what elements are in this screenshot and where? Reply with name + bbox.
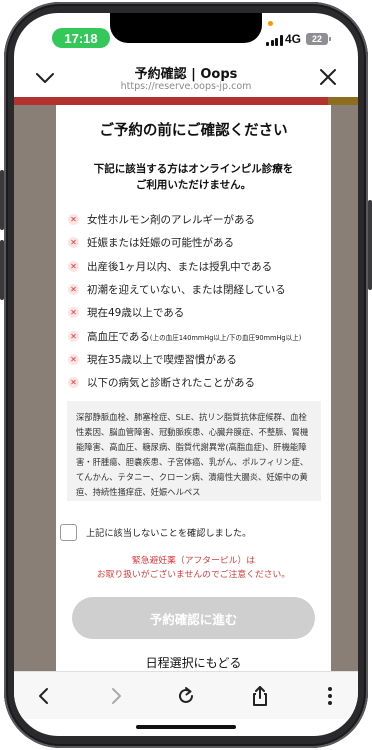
volume-button [0,240,4,300]
x-mark-icon: ✕ [68,214,79,226]
more-button[interactable] [318,684,342,708]
list-item: ✕ 以下の病気と診断されたことがある [68,371,328,394]
modal-lead-line: ご利用いただけません。 [135,179,252,191]
condition-text: 現在35歳以上で喫煙習慣がある [87,353,237,366]
disease-list: 深部静脈血栓、肺塞栓症、SLE、抗リン脂質抗体症候群、血栓性素因、脳血管障害、冠… [67,401,321,501]
warning-line: お取り扱いがございませんのでご注意ください。 [96,570,291,580]
x-mark-icon: ✕ [68,377,79,389]
camera-indicator-icon [268,21,273,26]
modal-lead-line: 下記に該当する方はオンラインピル診療を [93,163,294,175]
list-item: ✕ 高血圧である(上の血圧140mmHg以上/下の血圧90mmHg以上) [68,324,328,347]
list-item: ✕ 初潮を迎えていない、または閉経している [68,278,328,301]
signal-icon [266,35,283,46]
phone-device: 17:18 4G 22 予約確認 | Oops https://reserve.… [0,0,372,750]
page-topbar [14,97,358,105]
forward-button[interactable] [104,684,128,708]
list-item: ✕ 女性ホルモン剤のアレルギーがある [68,208,328,231]
page-topbar-accent [328,97,358,105]
reload-icon [179,687,193,703]
battery-icon: 22 [306,33,331,45]
condition-text: 現在49歳以上である [87,307,185,320]
browser-toolbar [14,671,358,719]
x-mark-icon: ✕ [68,307,79,319]
reload-button[interactable] [174,684,198,708]
page-title: 予約確認 | Oops [134,67,238,82]
back-icon [39,688,48,704]
screen: 17:18 4G 22 予約確認 | Oops https://reserve.… [14,13,358,736]
confirm-checkbox-row[interactable]: 上記に該当しないことを確認しました。 [60,523,320,541]
confirm-label[interactable]: 上記に該当しないことを確認しました。 [86,525,251,539]
proceed-button[interactable]: 予約確認に進む [72,597,315,639]
volume-button [0,170,4,230]
list-item: ✕ 現在49歳以上である [68,301,328,324]
list-item: ✕ 妊娠または妊娠の可能性がある [68,231,328,254]
condition-text-main: 高血圧である [87,330,150,343]
condition-text: 初潮を迎えていない、または閉経している [87,284,286,297]
condition-list: ✕ 女性ホルモン剤のアレルギーがある ✕ 妊娠または妊娠の可能性がある ✕ 出産… [68,208,328,394]
condition-note: (上の血圧140mmHg以上/下の血圧90mmHg以上) [149,333,302,342]
more-icon [328,687,332,705]
x-mark-icon: ✕ [68,237,79,249]
warning-line: 緊急避妊薬（アフターピル）は [131,556,256,566]
x-mark-icon: ✕ [68,284,79,296]
x-mark-icon: ✕ [68,330,79,342]
warning-text: 緊急避妊薬（アフターピル）は お取り扱いがございませんのでご注意ください。 [56,554,331,582]
confirm-checkbox[interactable] [60,523,77,541]
condition-text: 妊娠または妊娠の可能性がある [87,237,234,250]
share-icon [253,686,267,706]
home-indicator [136,725,236,729]
x-mark-icon: ✕ [68,353,79,365]
back-button[interactable] [32,684,56,708]
x-mark-icon: ✕ [68,260,79,272]
close-icon[interactable] [318,67,338,87]
confirmation-modal: ご予約の前にご確認ください 下記に該当する方はオンラインピル診療を ご利用いただ… [56,105,331,671]
back-to-schedule-link[interactable]: 日程選択にもどる [56,654,331,671]
network-type: 4G [285,32,302,46]
power-button [368,200,372,290]
browser-header: 予約確認 | Oops https://reserve.oops-jp.com [14,59,358,97]
status-time: 17:18 [52,28,110,48]
forward-icon [112,688,121,704]
condition-text: 高血圧である(上の血圧140mmHg以上/下の血圧90mmHg以上) [87,329,301,344]
condition-text: 女性ホルモン剤のアレルギーがある [87,214,255,227]
page-overlay: ご予約の前にご確認ください 下記に該当する方はオンラインピル診療を ご利用いただ… [14,97,358,671]
condition-text: 出産後1ヶ月以内、または授乳中である [87,260,273,273]
list-item: ✕ 現在35歳以上で喫煙習慣がある [68,348,328,371]
condition-text: 以下の病気と診断されたことがある [87,377,255,390]
notch [110,13,262,43]
page-url: https://reserve.oops-jp.com [120,81,252,92]
modal-title: ご予約の前にご確認ください [99,123,288,139]
share-button[interactable] [248,684,272,708]
back-link-label[interactable]: 日程選択にもどる [145,656,242,671]
status-bar: 17:18 4G 22 [14,13,358,59]
modal-lead: 下記に該当する方はオンラインピル診療を ご利用いただけません。 [56,161,331,193]
list-item: ✕ 出産後1ヶ月以内、または授乳中である [68,255,328,278]
